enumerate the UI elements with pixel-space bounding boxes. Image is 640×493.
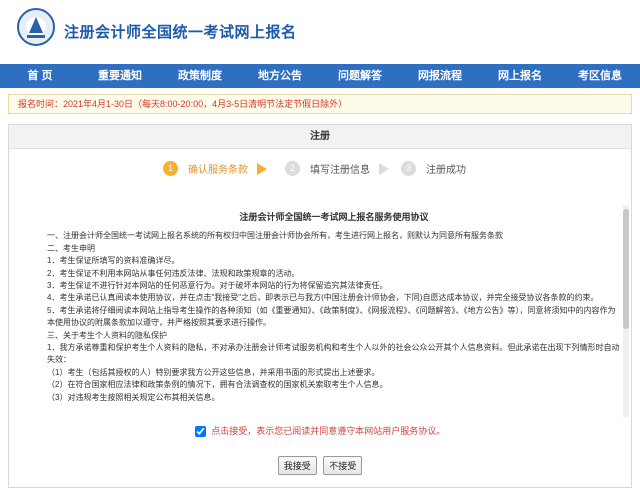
nav-home[interactable]: 首 页 <box>0 64 80 88</box>
agreement-paragraph: （2）在符合国家相应法律和政策条例的情况下，拥有合法调查权的国家机关索取考生个人… <box>47 380 388 390</box>
site-header: 注册会计师全国统一考试网上报名 <box>0 0 640 64</box>
agreement-paragraph: 1．我方承诺尊重和保护考生个人资料的隐私，不对承办注册会计师考试服务机构和考生个… <box>47 343 620 365</box>
agreement-paragraph: 二、考生申明 <box>47 243 95 253</box>
scrollbar-thumb[interactable] <box>623 209 629 329</box>
nav-important-notices[interactable]: 重要通知 <box>80 64 160 88</box>
action-buttons: 我接受 不接受 <box>9 456 631 475</box>
step-label: 填写注册信息 <box>310 165 370 176</box>
agreement-paragraph: 3．考生保证不进行针对本网站的任何恶意行为。对于破坏本网站的行为将保留追究其法律… <box>47 281 388 291</box>
step-arrow-icon <box>379 163 389 175</box>
accept-agreement-checkbox[interactable] <box>194 426 206 438</box>
agreement-paragraph: 4．考生承诺已认真阅读本使用协议，并在点击"我接受"之后，即表示已与我方(中国注… <box>47 293 599 303</box>
step-label: 注册成功 <box>426 165 466 176</box>
registration-period-notice: 报名时间：2021年4月1-30日（每天8:00-20:00，4月3-5日清明节… <box>8 94 632 114</box>
step-arrow-icon <box>257 163 267 175</box>
registration-panel: 注册 1 确认服务条款 2 填写注册信息 3 注册成功 注册会计师全国统一考试网… <box>8 124 632 488</box>
nav-policies[interactable]: 政策制度 <box>160 64 240 88</box>
main-nav: 首 页 重要通知 政策制度 地方公告 问题解答 网报流程 网上报名 考区信息 <box>0 64 640 88</box>
agreement-paragraph: 三、关于考生个人资料的隐私保护 <box>47 330 167 340</box>
agreement-title: 注册会计师全国统一考试网上报名服务使用协议 <box>239 212 429 222</box>
nav-local-announcements[interactable]: 地方公告 <box>240 64 320 88</box>
step-number: 1 <box>163 161 178 176</box>
accept-agreement-label[interactable]: 点击接受，表示您已阅读并同意遵守本网站用户服务协议。 <box>211 426 445 436</box>
step-fill-info: 2 填写注册信息 <box>285 161 370 176</box>
nav-registration-process[interactable]: 网报流程 <box>400 64 480 88</box>
site-title: 注册会计师全国统一考试网上报名 <box>64 24 297 41</box>
accept-agreement-row: 点击接受，表示您已阅读并同意遵守本网站用户服务协议。 <box>9 424 631 438</box>
agreement-text[interactable]: 注册会计师全国统一考试网上报名服务使用协议 一、注册会计师全国统一考试网上报名系… <box>47 205 621 417</box>
agreement-paragraph: 一、注册会计师全国统一考试网上报名系统的所有权归中国注册会计师协会所有，考生进行… <box>47 231 503 241</box>
step-success: 3 注册成功 <box>401 161 466 176</box>
agreement-scrollbar[interactable] <box>623 205 629 417</box>
cicpa-logo-icon <box>17 8 55 46</box>
nav-exam-region-info[interactable]: 考区信息 <box>560 64 640 88</box>
step-indicator: 1 确认服务条款 2 填写注册信息 3 注册成功 <box>9 149 631 189</box>
step-confirm-terms: 1 确认服务条款 <box>163 161 248 176</box>
agreement-paragraph: （3）对违规考生按照相关规定公布其相关信息。 <box>47 392 220 402</box>
step-label: 确认服务条款 <box>188 165 248 176</box>
nav-online-registration[interactable]: 网上报名 <box>480 64 560 88</box>
decline-button[interactable]: 不接受 <box>323 456 363 475</box>
nav-faq[interactable]: 问题解答 <box>320 64 400 88</box>
agreement-paragraph: 2．考生保证不利用本网站从事任何违反法律、法规和政策规章的活动。 <box>47 268 300 278</box>
agreement-paragraph: （1）考生（包括其授权的人）特别要求我方公开这些信息，并采用书面的形式提出上述要… <box>47 367 380 377</box>
step-number: 2 <box>285 161 300 176</box>
agreement-paragraph: 1．考生保证所填写的资料准确详尽。 <box>47 256 180 266</box>
panel-title: 注册 <box>9 125 631 149</box>
agreement-paragraph: 5．考生承诺将仔细阅读本网站上指导考生操作的各种须知（如《重要通知》、《政策制度… <box>47 305 616 328</box>
accept-button[interactable]: 我接受 <box>277 456 317 475</box>
step-number: 3 <box>401 161 416 176</box>
